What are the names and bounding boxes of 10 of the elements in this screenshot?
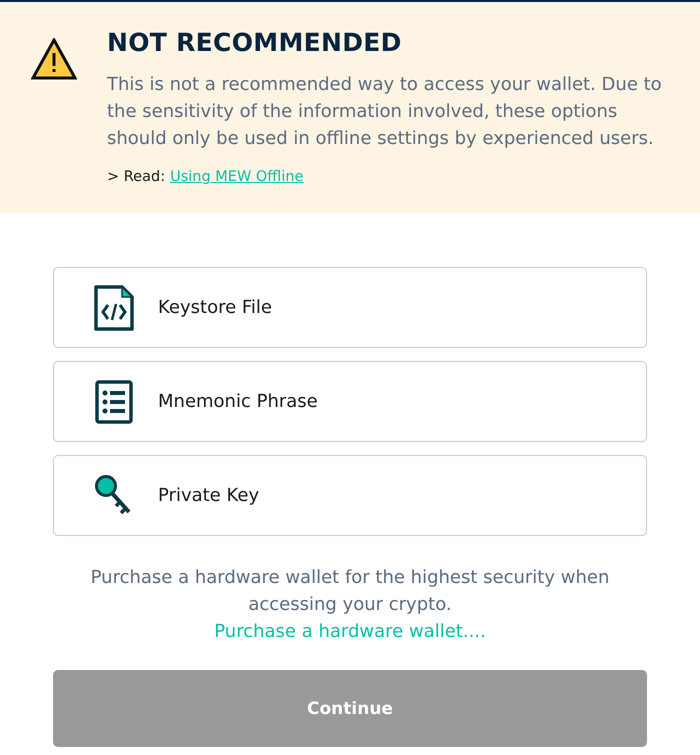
- read-label: > Read:: [107, 168, 166, 187]
- warning-icon: [31, 38, 77, 80]
- list-icon: [94, 378, 134, 424]
- access-option[interactable]: Keystore File: [53, 267, 647, 348]
- hardware-note: Purchase a hardware wallet for the highest security when accessing your crypto.: [90, 566, 610, 617]
- warning-title: NOT RECOMMENDED: [107, 28, 403, 58]
- access-option[interactable]: Private Key: [53, 455, 647, 536]
- code-file-icon: [94, 284, 134, 330]
- warning-message: This is not a recommended way to access your wallet. Due to the sensitivity of the information involved, these options should only be used in offline settings by experienced users.: [107, 73, 663, 151]
- access-option[interactable]: Mnemonic Phrase: [53, 361, 647, 442]
